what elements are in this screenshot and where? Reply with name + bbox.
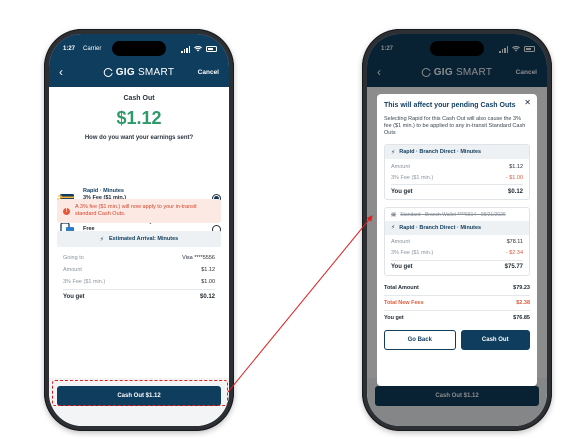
wifi-icon [194,46,202,52]
cash-out-amount: $1.12 [116,108,162,128]
phone-frame-confirm-modal: 1:27 ‹ GIG SMART Cancel Cash Out $1.12 T… [362,29,552,431]
row-fee: 3% Fee ($1 min.) $1.00 [63,279,215,285]
row-total-new-fees: Total New Fees $2.38 [384,299,530,306]
modal-title: This will affect your pending Cash Outs [384,102,516,109]
converted-standard-card: ▣ Standard · Branch Wallet ****6814 · 08… [384,207,530,276]
estimated-arrival-text: Estimated Arrival: Minutes [109,236,179,242]
alert-icon: ! [63,207,70,215]
divider [391,259,523,261]
card-header: ⚡ Rapid · Branch Direct · Minutes [385,220,529,235]
screen-confirm-modal: 1:27 ‹ GIG SMART Cancel Cash Out $1.12 T… [367,34,547,426]
totals: Total Amount $79.23 Total New Fees $2.38 Y… [384,282,530,324]
original-standard-cash-out: ▣ Standard · Branch Wallet ****6814 · 08… [391,212,506,218]
rapid-cash-out-card: ⚡ Rapid · Branch Direct · Minutes Amount… [384,144,530,200]
divider [63,289,215,290]
confirm-cash-out-button[interactable]: Cash Out [460,329,530,350]
cancel-link[interactable]: Cancel [198,69,219,76]
row-you-get: You get $0.12 [63,294,215,300]
row-amount: Amount $78.11 [391,239,523,245]
divider [391,184,523,185]
cash-out-button-highlight [52,380,228,406]
card-header: ⚡ Rapid · Branch Direct · Minutes [385,145,529,159]
row-fee: 3% Fee ($1 min.) - $1.00 [391,174,523,181]
row-total-amount: Total Amount $79.23 [384,284,530,291]
status-time: 1:27 [63,46,76,52]
row-going-to: Going to Visa ****5556 [63,255,215,261]
app-header: 1:27 Carrier ‹ GIG SMART Cancel [49,34,229,87]
estimated-arrival-bar: ⚡ Estimated Arrival: Minutes [57,231,221,247]
bolt-icon: ⚡ [391,149,396,156]
fee-alert: ! A 3% fee ($1 min.) will now apply to y… [57,199,221,223]
row-you-get: You get $0.12 [391,188,523,195]
bolt-icon: ⚡ [391,225,396,231]
signal-icon [181,45,190,53]
modal-actions: Go Back Cash Out [384,329,530,350]
modal-description: Selecting Rapid for this Cash Out will a… [384,116,526,136]
status-carrier: Carrier [83,46,102,52]
pending-cash-outs-modal: This will affect your pending Cash Outs … [377,94,537,386]
row-amount: Amount $1.12 [63,267,215,273]
screen-cash-out: 1:27 Carrier ‹ GIGSMART Cancel Cash Out [49,34,229,426]
row-you-get: You get $75.77 [391,264,523,270]
row-fee: 3% Fee ($1 min.) - $2.34 [391,250,523,256]
phone-frame-cash-out: 1:27 Carrier ‹ GIGSMART Cancel Cash Out [44,29,234,431]
row-amount: Amount $1.12 [391,163,523,170]
flow-arrow-line [227,215,373,393]
fee-alert-text: A 3% fee ($1 min.) will now apply to you… [75,204,197,217]
logo-mark-icon [103,67,114,77]
page-title: Cash Out [123,95,155,102]
summary-rows: Going to Visa ****5556 Amount $1.12 3% Fee… [63,252,215,303]
nav-bar: ‹ GIG SMART Cancel [59,62,219,82]
bolt-icon: ⚡ [99,236,105,243]
lock-icon: ▣ [391,212,397,218]
dynamic-island [112,41,166,56]
divider [384,294,530,296]
back-chevron-icon[interactable]: ‹ [59,65,75,79]
divider [384,309,530,311]
row-total-you-get: You get $76.85 [384,314,530,321]
gigsmart-logo: GIG SMART [103,67,175,78]
option-rapid-name: Rapid · Minutes [83,188,124,194]
method-question: How do you want your earnings sent? [84,135,194,141]
battery-icon [206,46,217,52]
close-icon[interactable]: ✕ [524,98,531,107]
go-back-button[interactable]: Go Back [384,329,456,350]
